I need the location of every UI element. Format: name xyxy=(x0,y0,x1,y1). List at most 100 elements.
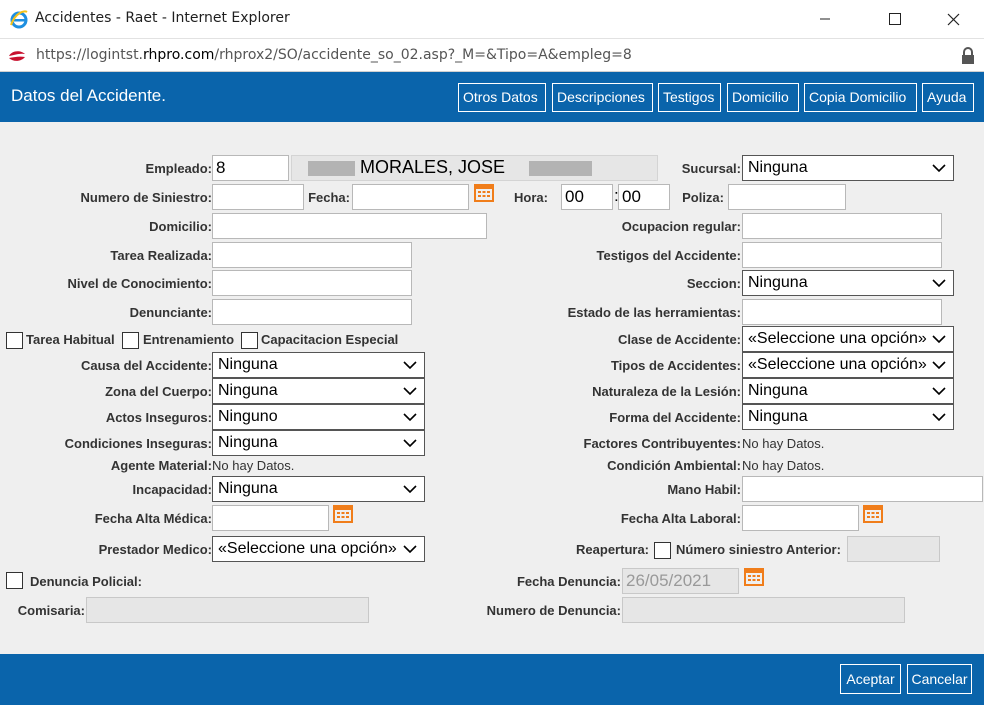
denuncia-policial-label: Denuncia Policial: xyxy=(30,574,142,589)
condiciones-label: Condiciones Inseguras: xyxy=(64,436,212,451)
forma-label: Forma del Accidente: xyxy=(609,410,741,425)
fecha-label: Fecha: xyxy=(308,190,350,205)
calendar-icon[interactable] xyxy=(744,566,764,586)
hora-hh-input[interactable]: 00 xyxy=(561,184,613,210)
maximize-button[interactable] xyxy=(872,4,918,34)
testigos-label: Testigos del Accidente: xyxy=(596,248,741,263)
nivel-input[interactable] xyxy=(212,270,412,296)
comisaria-label: Comisaria: xyxy=(17,603,85,618)
empleado-input[interactable]: 8 xyxy=(212,155,289,181)
cancelar-button[interactable]: Cancelar xyxy=(907,664,972,694)
testigos-input[interactable] xyxy=(742,242,942,268)
incapacidad-value: Ninguna xyxy=(218,480,278,497)
otros-datos-button[interactable]: Otros Datos xyxy=(458,83,546,112)
address-bar[interactable]: https://logintst.rhpro.com/rhprox2/SO/ac… xyxy=(0,38,984,72)
lock-icon xyxy=(962,47,974,64)
form-footer: Aceptar Cancelar xyxy=(0,654,984,705)
ocupacion-input[interactable] xyxy=(742,213,942,239)
causa-label: Causa del Accidente: xyxy=(80,358,212,373)
sucursal-label: Sucursal: xyxy=(681,161,741,176)
prestador-value: «Seleccione una opción» xyxy=(218,540,397,557)
entrenamiento-label: Entrenamiento xyxy=(143,332,235,347)
ayuda-button[interactable]: Ayuda xyxy=(922,83,974,112)
poliza-input[interactable] xyxy=(728,184,846,210)
nro-denuncia-input[interactable] xyxy=(622,597,905,623)
causa-select[interactable]: Ninguna xyxy=(212,352,425,378)
seccion-value: Ninguna xyxy=(748,274,808,291)
clase-select[interactable]: «Seleccione una opción» xyxy=(742,326,954,352)
zona-select[interactable]: Ninguna xyxy=(212,378,425,404)
tarea-habitual-checkbox[interactable] xyxy=(6,332,23,349)
forma-select[interactable]: Ninguna xyxy=(742,404,954,430)
form-header: Datos del Accidente. Otros Datos Descrip… xyxy=(0,72,984,122)
hora-label: Hora: xyxy=(514,190,548,205)
window-titlebar: Accidentes - Raet - Internet Explorer xyxy=(0,0,984,38)
reapertura-checkbox[interactable] xyxy=(654,542,671,559)
mano-label: Mano Habil: xyxy=(667,482,741,497)
copia-domicilio-button[interactable]: Copia Domicilio xyxy=(804,83,917,112)
fecha-denuncia-label: Fecha Denuncia: xyxy=(516,574,621,589)
descripciones-button[interactable]: Descripciones xyxy=(552,83,653,112)
alta-laboral-input[interactable] xyxy=(742,505,859,531)
herramientas-input[interactable] xyxy=(742,299,942,325)
maximize-icon xyxy=(889,13,901,25)
alta-medica-input[interactable] xyxy=(212,505,329,531)
tarea-input[interactable] xyxy=(212,242,412,268)
nivel-label: Nivel de Conocimiento: xyxy=(67,276,212,291)
seccion-label: Seccion: xyxy=(686,276,741,291)
condiciones-value: Ninguna xyxy=(218,434,278,451)
actos-select[interactable]: Ninguno xyxy=(212,404,425,430)
tipos-select[interactable]: «Seleccione una opción» xyxy=(742,352,954,378)
forma-value: Ninguna xyxy=(748,408,808,425)
condiciones-select[interactable]: Ninguna xyxy=(212,430,425,456)
agente-label: Agente Material: xyxy=(110,458,212,473)
calendar-icon[interactable] xyxy=(333,503,353,523)
denunciante-input[interactable] xyxy=(212,299,412,325)
nro-denuncia-label: Numero de Denuncia: xyxy=(486,603,621,618)
condicion-ambiental-value: No hay Datos. xyxy=(742,458,825,473)
aceptar-button[interactable]: Aceptar xyxy=(840,664,901,694)
fecha-input[interactable] xyxy=(352,184,469,210)
url-scheme: https://logintst. xyxy=(36,47,144,63)
rhpro-site-icon xyxy=(9,51,25,61)
factores-value: No hay Datos. xyxy=(742,436,825,451)
nro-siniestro-anterior-input[interactable] xyxy=(847,536,940,562)
domicilio-label: Domicilio: xyxy=(149,219,212,234)
calendar-icon[interactable] xyxy=(863,503,883,523)
domicilio-input[interactable] xyxy=(212,213,487,239)
actos-label: Actos Inseguros: xyxy=(105,410,212,425)
chevron-down-icon xyxy=(403,545,417,554)
causa-value: Ninguna xyxy=(218,356,278,373)
chevron-down-icon xyxy=(932,164,946,173)
domicilio-button[interactable]: Domicilio xyxy=(727,83,799,112)
fecha-denuncia-input[interactable]: 26/05/2021 xyxy=(622,568,739,594)
hora-mm-input[interactable]: 00 xyxy=(618,184,670,210)
calendar-icon[interactable] xyxy=(474,182,494,202)
tarea-habitual-label: Tarea Habitual xyxy=(26,332,115,347)
chevron-down-icon xyxy=(403,485,417,494)
zona-value: Ninguna xyxy=(218,382,278,399)
incapacidad-select[interactable]: Ninguna xyxy=(212,476,425,502)
condicion-ambiental-label: Condición Ambiental: xyxy=(607,458,741,473)
page-title: Datos del Accidente. xyxy=(11,86,166,105)
testigos-button[interactable]: Testigos xyxy=(658,83,721,112)
sucursal-select[interactable]: Ninguna xyxy=(742,155,954,181)
reapertura-label: Reapertura: xyxy=(576,542,649,557)
naturaleza-select[interactable]: Ninguna xyxy=(742,378,954,404)
mano-input[interactable] xyxy=(742,476,983,502)
siniestro-label: Numero de Siniestro: xyxy=(80,190,212,205)
siniestro-input[interactable] xyxy=(212,184,304,210)
minimize-icon xyxy=(820,18,830,20)
chevron-down-icon xyxy=(932,361,946,370)
denunciante-label: Denunciante: xyxy=(129,305,212,320)
seccion-select[interactable]: Ninguna xyxy=(742,270,954,296)
denuncia-policial-checkbox[interactable] xyxy=(6,572,23,589)
comisaria-input[interactable] xyxy=(86,597,369,623)
entrenamiento-checkbox[interactable] xyxy=(122,332,139,349)
close-window-button[interactable] xyxy=(930,4,976,34)
sucursal-value: Ninguna xyxy=(748,159,808,176)
minimize-button[interactable] xyxy=(802,4,848,34)
url-text[interactable]: https://logintst.rhpro.com/rhprox2/SO/ac… xyxy=(36,47,632,63)
prestador-select[interactable]: «Seleccione una opción» xyxy=(212,536,425,562)
capacitacion-checkbox[interactable] xyxy=(241,332,258,349)
